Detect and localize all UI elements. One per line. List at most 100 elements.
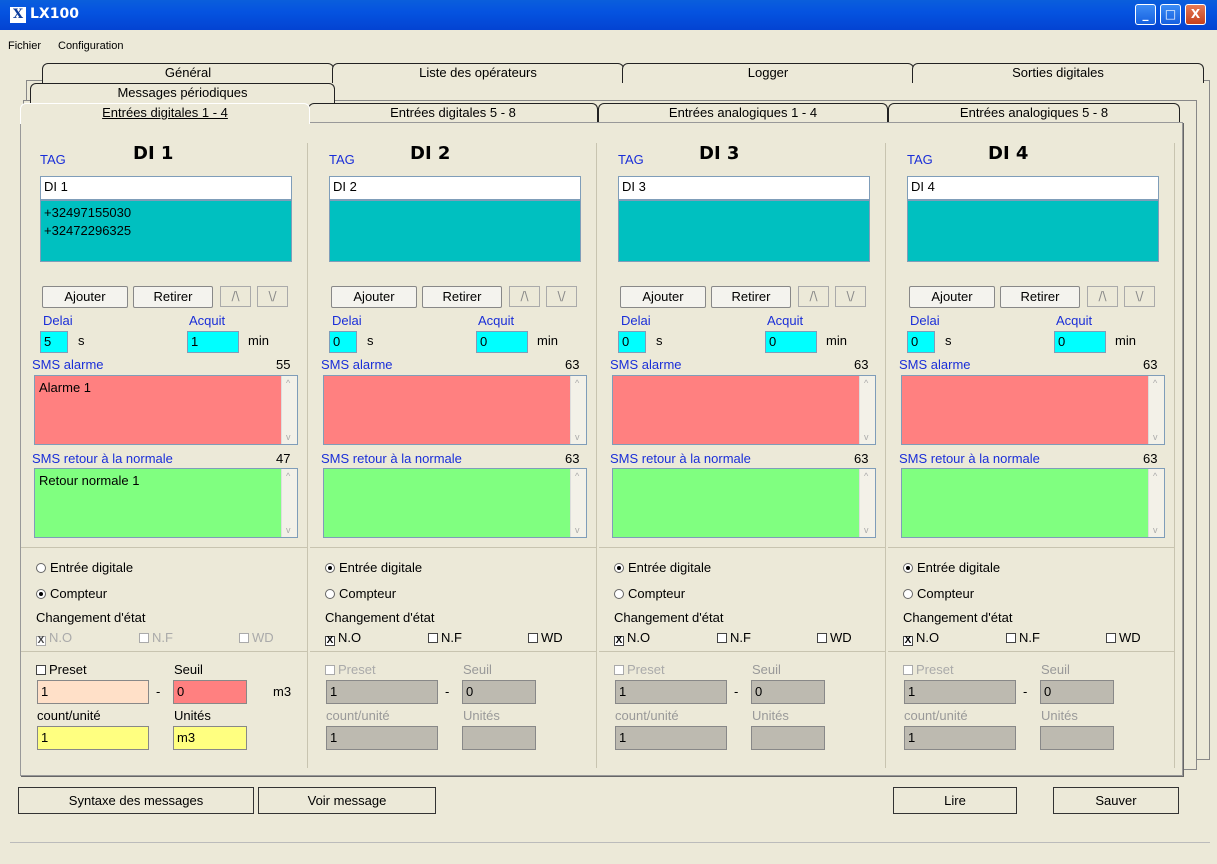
checkbox-nf[interactable]: N.F [1006, 630, 1040, 645]
checkbox-wd[interactable]: WD [1106, 630, 1141, 645]
tab-entrees-digitales-1-4[interactable]: Entrées digitales 1 - 4 [20, 103, 310, 124]
sms-alarm-scrollbar[interactable] [859, 376, 875, 444]
view-message-button[interactable]: Voir message [258, 787, 436, 814]
radio-counter[interactable]: Compteur [903, 586, 974, 601]
radio-digital-input[interactable]: Entrée digitale [36, 560, 133, 575]
ack-input[interactable]: 1 [187, 331, 239, 353]
sms-alarm-text[interactable] [901, 375, 1165, 445]
remove-button[interactable]: Retirer [711, 286, 791, 308]
delay-input[interactable]: 5 [40, 331, 68, 353]
menu-configuration[interactable]: Configuration [58, 40, 123, 52]
sms-return-scrollbar[interactable] [570, 469, 586, 537]
sms-alarm-text[interactable]: Alarme 1 [34, 375, 298, 445]
checkbox-wd[interactable]: WD [528, 630, 563, 645]
checkbox-wd[interactable]: WD [817, 630, 852, 645]
preset-checkbox[interactable]: Preset [903, 662, 954, 677]
tag-input[interactable]: DI 3 [618, 176, 870, 200]
sms-return-scrollbar[interactable] [1148, 469, 1164, 537]
sms-alarm-scrollbar[interactable] [281, 376, 297, 444]
add-button[interactable]: Ajouter [909, 286, 995, 308]
radio-counter-label: Compteur [339, 586, 397, 601]
tag-input[interactable]: DI 2 [329, 176, 581, 200]
sms-alarm-scrollbar[interactable] [570, 376, 586, 444]
move-up-button[interactable]: /\ [220, 286, 251, 307]
checkbox-no[interactable]: X N.O [614, 630, 650, 646]
syntax-button[interactable]: Syntaxe des messages [18, 787, 254, 814]
remove-button[interactable]: Retirer [1000, 286, 1080, 308]
radio-digital-input[interactable]: Entrée digitale [325, 560, 422, 575]
preset-checkbox[interactable]: Preset [36, 662, 87, 677]
save-button[interactable]: Sauver [1053, 787, 1179, 814]
checkbox-nf[interactable]: N.F [139, 630, 173, 645]
add-button[interactable]: Ajouter [331, 286, 417, 308]
tab-entrees-digitales-5-8[interactable]: Entrées digitales 5 - 8 [308, 103, 598, 123]
ack-input[interactable]: 0 [476, 331, 528, 353]
remove-button[interactable]: Retirer [133, 286, 213, 308]
units-input[interactable]: m3 [173, 726, 247, 750]
move-up-button[interactable]: /\ [509, 286, 540, 307]
checkbox-no[interactable]: X N.O [325, 630, 361, 646]
sms-return-text[interactable] [612, 468, 876, 538]
move-down-button[interactable]: \/ [257, 286, 288, 307]
delay-input[interactable]: 0 [618, 331, 646, 353]
close-button[interactable]: X [1185, 4, 1206, 25]
sms-return-text[interactable]: Retour normale 1 [34, 468, 298, 538]
ack-input[interactable]: 0 [1054, 331, 1106, 353]
tab-entrees-analogiques-5-8[interactable]: Entrées analogiques 5 - 8 [888, 103, 1180, 123]
minimize-button[interactable]: _ [1135, 4, 1156, 25]
preset-checkbox[interactable]: Preset [325, 662, 376, 677]
radio-counter[interactable]: Compteur [614, 586, 685, 601]
tab-messages-periodiques[interactable]: Messages périodiques [30, 83, 335, 103]
move-down-button[interactable]: \/ [546, 286, 577, 307]
threshold-input[interactable]: 0 [173, 680, 247, 704]
checkbox-wd[interactable]: WD [239, 630, 274, 645]
units-input [462, 726, 536, 750]
tab-logger[interactable]: Logger [622, 63, 914, 83]
delay-input[interactable]: 0 [907, 331, 935, 353]
radio-counter[interactable]: Compteur [325, 586, 396, 601]
checkbox-nf[interactable]: N.F [428, 630, 462, 645]
operator-list[interactable] [329, 200, 581, 262]
phone-number: +32497155030 [44, 205, 132, 220]
radio-counter[interactable]: Compteur [36, 586, 107, 601]
menu-fichier[interactable]: Fichier [8, 40, 41, 52]
move-down-button[interactable]: \/ [835, 286, 866, 307]
radio-digital-input[interactable]: Entrée digitale [614, 560, 711, 575]
tag-input[interactable]: DI 1 [40, 176, 292, 200]
count-unit-input[interactable]: 1 [37, 726, 149, 750]
sms-return-text[interactable] [323, 468, 587, 538]
delay-input[interactable]: 0 [329, 331, 357, 353]
move-up-button[interactable]: /\ [1087, 286, 1118, 307]
radio-digital-input[interactable]: Entrée digitale [903, 560, 1000, 575]
add-button[interactable]: Ajouter [42, 286, 128, 308]
sms-return-scrollbar[interactable] [281, 469, 297, 537]
checkbox-nf[interactable]: N.F [717, 630, 751, 645]
checkbox-no[interactable]: X N.O [36, 630, 72, 646]
tab-entrees-analogiques-1-4[interactable]: Entrées analogiques 1 - 4 [598, 103, 888, 123]
operator-list[interactable]: +32497155030 +32472296325 [40, 200, 292, 262]
move-down-button[interactable]: \/ [1124, 286, 1155, 307]
checkbox-no[interactable]: X N.O [903, 630, 939, 646]
tab-operateurs[interactable]: Liste des opérateurs [332, 63, 624, 83]
maximize-button[interactable]: □ [1160, 4, 1181, 25]
tab-general[interactable]: Général [42, 63, 334, 83]
sms-alarm-text[interactable] [612, 375, 876, 445]
operator-list[interactable] [618, 200, 870, 262]
move-up-button[interactable]: /\ [798, 286, 829, 307]
units-label: Unités [1041, 708, 1078, 723]
preset-input[interactable]: 1 [37, 680, 149, 704]
sms-return-text[interactable] [901, 468, 1165, 538]
add-button[interactable]: Ajouter [620, 286, 706, 308]
sms-return-scrollbar[interactable] [859, 469, 875, 537]
threshold-unit: m3 [273, 684, 292, 699]
tab-sorties-digitales[interactable]: Sorties digitales [912, 63, 1204, 83]
read-button[interactable]: Lire [893, 787, 1017, 814]
sms-alarm-scrollbar[interactable] [1148, 376, 1164, 444]
tag-input[interactable]: DI 4 [907, 176, 1159, 200]
remove-button[interactable]: Retirer [422, 286, 502, 308]
sms-alarm-text[interactable] [323, 375, 587, 445]
sms-return-count: 63 [565, 451, 580, 466]
ack-input[interactable]: 0 [765, 331, 817, 353]
operator-list[interactable] [907, 200, 1159, 262]
preset-checkbox[interactable]: Preset [614, 662, 665, 677]
